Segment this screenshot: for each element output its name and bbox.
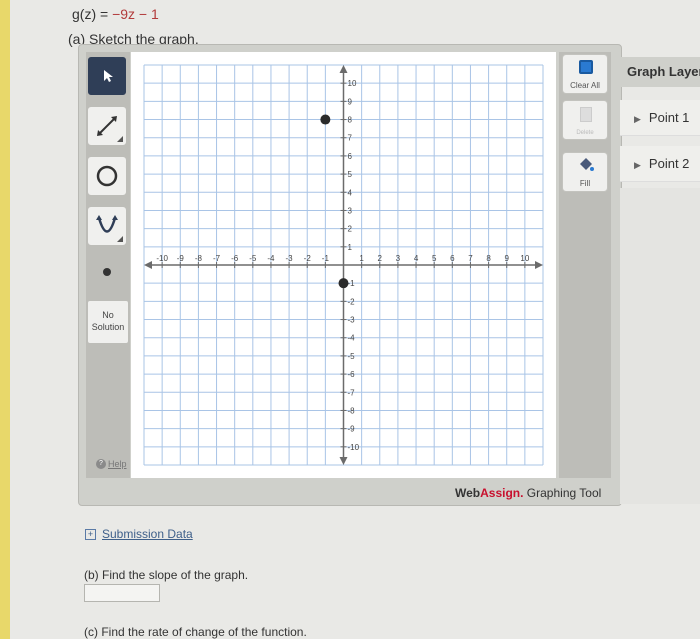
- y-tick-label: 8: [348, 116, 353, 125]
- x-tick-label: -8: [195, 254, 203, 263]
- webassign-brand: WebAssign. Graphing Tool: [455, 486, 601, 500]
- y-tick-label: -4: [348, 334, 356, 343]
- y-tick-label: -7: [348, 388, 356, 397]
- x-tick-label: 10: [520, 254, 529, 263]
- y-tick-label: 1: [348, 243, 353, 252]
- x-tick-label: -4: [267, 254, 275, 263]
- x-tick-label: 1: [359, 254, 364, 263]
- function-title: g(z) = −9z − 1: [72, 6, 159, 22]
- submission-data-label: Submission Data: [102, 527, 193, 541]
- y-axis-arrow-down: [339, 457, 348, 465]
- x-tick-label: 2: [378, 254, 383, 263]
- x-tick-label: -9: [177, 254, 185, 263]
- graph-canvas[interactable]: -10 -9 -8 -7 -6 -5 -4 -3 -2 -1 1 2 3 4 5 6 7 8 9 10 10 9 8 7 6 5 4…: [131, 52, 556, 478]
- y-tick-label: 6: [348, 152, 353, 161]
- x-tick-label: 3: [396, 254, 401, 263]
- y-tick-label: 7: [348, 134, 353, 143]
- x-tick-label: 4: [414, 254, 419, 263]
- clear-all-icon: [579, 60, 593, 74]
- x-tick-label: -10: [156, 254, 168, 263]
- fill-button[interactable]: Fill: [562, 152, 608, 192]
- layer-item-point-2[interactable]: ▶ Point 2: [620, 146, 700, 182]
- y-tick-label: -2: [348, 297, 356, 306]
- x-tick-label: 9: [505, 254, 510, 263]
- point-tool-button[interactable]: [87, 252, 127, 292]
- help-icon: ?: [96, 459, 106, 469]
- brand-rest: Graphing Tool: [523, 486, 602, 500]
- expand-arrow-icon: ▶: [634, 160, 641, 170]
- x-tick-label: -3: [286, 254, 294, 263]
- plotted-point: [338, 278, 349, 289]
- x-tick-label: -7: [213, 254, 221, 263]
- point-icon: [103, 268, 111, 276]
- y-tick-label: -8: [348, 406, 356, 415]
- x-tick-label: 5: [432, 254, 437, 263]
- x-tick-label: -5: [249, 254, 257, 263]
- help-link[interactable]: ? Help: [96, 459, 127, 469]
- x-axis-arrow-left: [144, 261, 152, 269]
- y-tick-label: -6: [348, 370, 356, 379]
- part-b-prompt: (b) Find the slope of the graph.: [84, 568, 249, 582]
- function-expression: −9z − 1: [112, 6, 159, 22]
- x-tick-label: -6: [231, 254, 239, 263]
- parabola-tool-more-icon: [117, 236, 123, 242]
- clear-all-button[interactable]: Clear All: [562, 54, 608, 94]
- y-tick-label: -10: [348, 443, 360, 452]
- y-tick-label: 2: [348, 225, 353, 234]
- layer-label: Point 1: [648, 110, 690, 125]
- graph-layers-header: Graph Layers: [620, 57, 700, 87]
- x-tick-label: 6: [450, 254, 455, 263]
- y-tick-label: -1: [348, 279, 356, 288]
- function-label: g(z) =: [72, 6, 113, 22]
- graph-layers-body: [620, 188, 700, 504]
- part-c-prompt: (c) Find the rate of change of the funct…: [84, 625, 307, 639]
- parabola-tool-button[interactable]: [87, 206, 127, 246]
- no-solution-button[interactable]: No Solution: [87, 300, 129, 344]
- y-tick-label: 10: [348, 79, 357, 88]
- x-tick-label: -1: [322, 254, 330, 263]
- x-tick-label: 7: [468, 254, 473, 263]
- x-tick-label: -2: [304, 254, 312, 263]
- layer-item-point-1[interactable]: ▶ Point 1: [620, 100, 700, 136]
- layer-label: Point 2: [648, 156, 690, 171]
- fill-label: Fill: [579, 179, 591, 188]
- circle-tool-button[interactable]: [87, 156, 127, 196]
- y-tick-label: -5: [348, 352, 356, 361]
- x-axis-arrow-right: [535, 261, 543, 269]
- expand-plus-icon: +: [85, 528, 96, 540]
- fill-bucket-icon: [580, 158, 594, 171]
- left-accent-bar: [0, 0, 10, 639]
- line-tool-button[interactable]: [87, 106, 127, 146]
- y-tick-label: -9: [348, 425, 356, 434]
- submission-data-toggle[interactable]: + Submission Data: [85, 527, 193, 541]
- plotted-point: [320, 114, 331, 125]
- y-axis-arrow-up: [339, 65, 348, 73]
- y-tick-label: 4: [348, 188, 353, 197]
- y-tick-label: 5: [348, 170, 353, 179]
- y-tick-label: -3: [348, 316, 356, 325]
- y-tick-label: 9: [348, 97, 353, 106]
- help-label: Help: [108, 459, 127, 469]
- x-tick-label: 8: [486, 254, 491, 263]
- delete-button[interactable]: Delete: [562, 100, 608, 140]
- expand-arrow-icon: ▶: [634, 114, 641, 124]
- trash-icon: [580, 107, 592, 122]
- pointer-tool-button[interactable]: [87, 56, 127, 96]
- pointer-icon: [104, 70, 113, 82]
- y-tick-label: 3: [348, 206, 353, 215]
- brand-assign: Assign.: [480, 486, 524, 500]
- clear-all-label: Clear All: [570, 81, 600, 90]
- circle-icon: [96, 165, 118, 187]
- line-tool-more-icon: [117, 136, 123, 142]
- slope-answer-input[interactable]: [84, 584, 160, 602]
- delete-label: Delete: [576, 130, 594, 136]
- brand-web: Web: [455, 486, 481, 500]
